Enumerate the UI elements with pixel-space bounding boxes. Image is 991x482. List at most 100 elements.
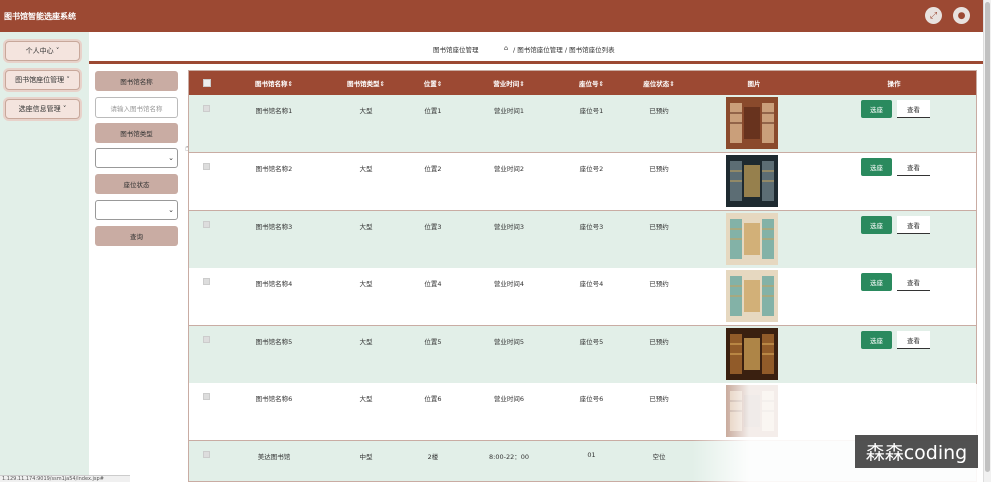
cell-status: 已预约	[649, 395, 669, 403]
table-row: 图书馆名称4 大型 位置4 营业时间4 座位号4 已预约 选座 查看	[189, 268, 976, 326]
name-search-input[interactable]: 请输入图书馆名称	[95, 97, 178, 118]
table-row: 图书馆名称3 大型 位置3 营业时间3 座位号3 已预约 选座 查看	[189, 211, 976, 269]
search-button[interactable]: 查询	[95, 226, 178, 246]
cell-hours: 营业时间2	[493, 165, 525, 173]
cell-loc: 位置4	[424, 280, 442, 288]
cell-status: 已预约	[649, 165, 669, 173]
row-checkbox[interactable]	[203, 105, 210, 112]
sidebar: 个人中心 ˅ 图书馆座位管理 ˅ 选座信息管理 ˅	[0, 32, 89, 482]
cell-seat: 座位号6	[579, 395, 604, 403]
cell-hours: 营业时间6	[493, 395, 525, 403]
view-button[interactable]: 查看	[897, 100, 930, 118]
cell-type: 大型	[359, 280, 373, 288]
col-status[interactable]: 座位状态⇕	[629, 71, 689, 95]
cell-seat: 座位号5	[579, 338, 604, 346]
view-button[interactable]: 查看	[897, 158, 930, 176]
col-hours[interactable]: 营业时间⇕	[474, 71, 544, 95]
cell-name: 图书馆名称2	[255, 165, 293, 173]
sidebar-item-personal-center[interactable]: 个人中心 ˅	[5, 41, 80, 61]
select-all-checkbox[interactable]	[201, 71, 213, 95]
status-select[interactable]: ⌄	[95, 200, 178, 220]
cell-name: 图书馆名称5	[255, 338, 293, 346]
row-checkbox[interactable]	[203, 336, 210, 343]
cell-name: 图书馆名称4	[255, 280, 293, 288]
cell-status: 已预约	[649, 280, 669, 288]
row-checkbox[interactable]	[203, 451, 210, 458]
fullscreen-icon[interactable]: ⤢	[925, 7, 942, 24]
col-seat[interactable]: 座位号⇕	[564, 71, 619, 95]
status-url: 1.129.11.174:9019/ssm1ja54/index.jsp#	[0, 475, 130, 482]
cell-name: 美达图书馆	[257, 453, 291, 461]
home-icon[interactable]: ⌂	[504, 44, 508, 52]
cell-type: 大型	[359, 107, 373, 115]
cell-hours: 营业时间3	[493, 223, 525, 231]
view-button[interactable]: 查看	[897, 273, 930, 291]
select-seat-button[interactable]: 选座	[861, 216, 892, 234]
cell-hours: 营业时间1	[493, 107, 525, 115]
app-title: 图书馆智能选座系统	[4, 12, 76, 21]
library-hall-image	[726, 97, 778, 149]
type-select[interactable]: ⌄	[95, 148, 178, 168]
cell-type: 中型	[359, 453, 373, 461]
watermark: 森森coding	[855, 435, 978, 468]
cell-seat: 座位号2	[579, 165, 604, 173]
cell-status: 已预约	[649, 107, 669, 115]
type-label: 图书馆类型	[95, 123, 178, 143]
cell-loc: 位置3	[424, 223, 442, 231]
table-row: 图书馆名称2 大型 位置2 营业时间2 座位号2 已预约 选座 查看	[189, 153, 976, 211]
scrollbar-thumb[interactable]	[985, 2, 990, 472]
cell-type: 大型	[359, 165, 373, 173]
cell-type: 大型	[359, 395, 373, 403]
cell-status: 空位	[652, 453, 666, 461]
cell-seat: 01	[587, 451, 596, 459]
cell-seat: 座位号3	[579, 223, 604, 231]
cell-loc: 位置1	[424, 107, 442, 115]
cell-loc: 2楼	[427, 453, 439, 461]
library-dark-image	[726, 155, 778, 207]
chevron-down-icon: ⌄	[168, 154, 174, 162]
user-icon[interactable]: ●	[953, 7, 970, 24]
select-seat-button[interactable]: 选座	[861, 273, 892, 291]
cell-name: 图书馆名称3	[255, 223, 293, 231]
table-row: 图书馆名称5 大型 位置5 营业时间5 座位号5 已预约 选座 查看	[189, 326, 976, 384]
view-button[interactable]: 查看	[897, 331, 930, 349]
chevron-down-icon: ⌄	[168, 206, 174, 214]
breadcrumb-bar: 图书馆座位管理 ⌂ / 图书馆座位管理 / 图书馆座位列表	[89, 32, 983, 64]
library-warm-image	[726, 328, 778, 380]
cell-name: 图书馆名称1	[255, 107, 293, 115]
col-location[interactable]: 位置⇕	[413, 71, 453, 95]
cell-name: 图书馆名称6	[255, 395, 293, 403]
library-cafe-image	[726, 270, 778, 322]
breadcrumb[interactable]: / 图书馆座位管理 / 图书馆座位列表	[513, 44, 615, 54]
sidebar-item-seat-management[interactable]: 图书馆座位管理 ˅	[5, 70, 80, 90]
col-image: 图片	[747, 80, 761, 88]
select-seat-button[interactable]: 选座	[861, 100, 892, 118]
col-type[interactable]: 图书馆类型⇕	[331, 71, 401, 95]
cell-hours: 营业时间4	[493, 280, 525, 288]
select-seat-button[interactable]: 选座	[861, 331, 892, 349]
cell-hours: 营业时间5	[493, 338, 525, 346]
col-actions: 操作	[887, 80, 901, 88]
cell-loc: 位置2	[424, 165, 442, 173]
cell-status: 已预约	[649, 223, 669, 231]
table-header: 图书馆名称⇕ 图书馆类型⇕ 位置⇕ 营业时间⇕ 座位号⇕ 座位状态⇕ 图片 操作	[189, 71, 976, 95]
library-cafe-image	[726, 213, 778, 265]
cell-loc: 位置5	[424, 338, 442, 346]
cell-type: 大型	[359, 338, 373, 346]
status-label: 座位状态	[95, 174, 178, 194]
cell-status: 已预约	[649, 338, 669, 346]
top-header: 图书馆智能选座系统 ⤢ ●	[0, 0, 983, 32]
row-checkbox[interactable]	[203, 163, 210, 170]
table-row: 图书馆名称1 大型 位置1 营业时间1 座位号1 已预约 选座 查看	[189, 95, 976, 153]
cell-loc: 位置6	[424, 395, 442, 403]
col-name[interactable]: 图书馆名称⇕	[239, 71, 309, 95]
row-checkbox[interactable]	[203, 393, 210, 400]
row-checkbox[interactable]	[203, 221, 210, 228]
view-button[interactable]: 查看	[897, 216, 930, 234]
cell-seat: 座位号4	[579, 280, 604, 288]
cell-type: 大型	[359, 223, 373, 231]
sidebar-item-booking-management[interactable]: 选座信息管理 ˅	[5, 99, 80, 119]
select-seat-button[interactable]: 选座	[861, 158, 892, 176]
page-scrollbar[interactable]	[983, 0, 991, 482]
row-checkbox[interactable]	[203, 278, 210, 285]
